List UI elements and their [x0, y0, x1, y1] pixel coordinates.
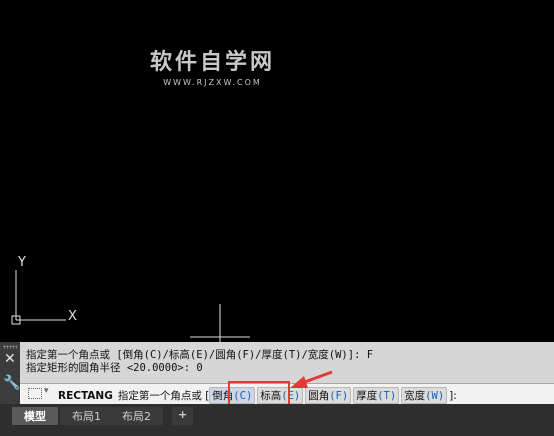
history-line: 指定第一个角点或 [倒角(C)/标高(E)/圆角(F)/厚度(T)/宽度(W)]…	[26, 349, 374, 361]
close-bracket: ]:	[449, 390, 457, 402]
ucs-y-label: Y	[17, 255, 26, 270]
tab-model[interactable]: 模型	[12, 407, 58, 425]
option-width[interactable]: 宽度(W)	[401, 387, 448, 404]
command-history: 指定第一个角点或 [倒角(C)/标高(E)/圆角(F)/厚度(T)/宽度(W)]…	[26, 349, 373, 375]
wrench-icon[interactable]: 🔧	[3, 375, 20, 391]
drag-grip-icon[interactable]	[3, 345, 17, 349]
chevron-down-icon[interactable]: ▾	[44, 386, 49, 396]
command-prompt-icon[interactable]	[28, 388, 42, 399]
command-sidebar: ✕ 🔧	[0, 342, 20, 404]
command-name: RECTANG	[58, 390, 113, 402]
prompt-label: 指定第一个角点或	[117, 390, 202, 402]
ucs-x-label: X	[68, 309, 77, 324]
close-icon[interactable]: ✕	[4, 352, 16, 366]
tab-layout1[interactable]: 布局1	[60, 407, 113, 425]
ucs-icon: Y X	[11, 255, 250, 342]
option-fillet[interactable]: 圆角(F)	[305, 387, 352, 404]
option-thickness[interactable]: 厚度(T)	[353, 387, 400, 404]
tab-layout2[interactable]: 布局2	[110, 407, 163, 425]
add-layout-button[interactable]: +	[172, 407, 194, 425]
layout-tab-bar: 模型 布局1 布局2 +	[0, 404, 554, 436]
history-line: 指定矩形的圆角半径 <20.0000>: 0	[26, 362, 203, 374]
